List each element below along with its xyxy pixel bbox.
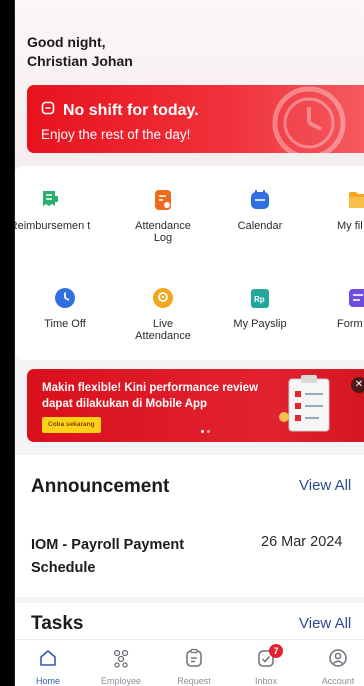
menu-item-my-payslip[interactable]: Rp My Payslip <box>214 287 306 330</box>
announcement-view-all-link[interactable]: View All <box>299 477 351 494</box>
carousel-dot <box>207 430 210 433</box>
calendar-icon <box>249 189 271 211</box>
clock-icon <box>54 287 76 309</box>
shift-title: No shift for today. <box>63 101 199 119</box>
menu-item-attendance-log[interactable]: Attendance Log <box>117 189 209 244</box>
inbox-icon <box>236 648 296 673</box>
nav-label: Account <box>321 676 355 686</box>
home-icon <box>18 648 78 673</box>
header: Good night, Christian Johan No shift for… <box>15 0 364 170</box>
menu-label: Form <box>337 318 363 330</box>
carousel-indicator <box>201 430 210 433</box>
menu-item-my-files[interactable]: My fil <box>311 189 364 232</box>
nav-item-account[interactable]: Account <box>308 648 364 686</box>
nav-label: Employee <box>100 676 142 686</box>
attendance-log-icon <box>152 189 174 211</box>
announcement-item-title: IOM - Payroll Payment Schedule <box>31 537 185 576</box>
shift-subtitle: Enjoy the rest of the day! <box>41 127 191 142</box>
nav-label: Inbox <box>254 676 278 686</box>
tasks-view-all-link[interactable]: View All <box>299 615 351 632</box>
menu-label: My Payslip <box>233 318 287 330</box>
nav-label: Request <box>177 676 211 686</box>
form-icon <box>347 287 364 309</box>
menu-label: Attendance Log <box>135 220 191 244</box>
shift-icon <box>41 101 55 120</box>
announcement-section: Announcement View All IOM - Payroll Paym… <box>15 455 364 597</box>
nav-item-home[interactable]: Home <box>18 648 78 686</box>
nav-item-employee[interactable]: Employee <box>91 648 151 686</box>
bottom-navigation: Home Employee Request 7 Inbox Account <box>15 639 364 686</box>
account-icon <box>308 648 364 673</box>
menu-label: Calendar <box>237 220 283 232</box>
nav-label: Home <box>35 676 60 686</box>
tasks-section: Tasks View All <box>15 603 364 643</box>
greeting-line: Good night, <box>27 34 106 50</box>
announcement-title: Announcement <box>31 476 170 497</box>
inbox-icon-wrap: 7 <box>236 644 296 673</box>
menu-item-calendar[interactable]: Calendar <box>214 189 306 232</box>
app-screen: Good night, Christian Johan No shift for… <box>14 0 364 686</box>
folder-icon <box>347 189 364 211</box>
promo-banner[interactable]: Makin flexible! Kini performance review … <box>27 369 364 442</box>
menu-label: Live Attendance <box>135 318 191 342</box>
menu-grid: Reimbursemen t Attendance Log Calendar M… <box>15 166 364 360</box>
carousel-dot <box>201 430 204 433</box>
payslip-icon: Rp <box>249 287 271 309</box>
nav-item-request[interactable]: Request <box>164 648 224 686</box>
location-pin-icon <box>152 287 174 309</box>
menu-item-time-off[interactable]: Time Off <box>19 287 111 330</box>
inbox-badge: 7 <box>269 644 283 658</box>
employee-icon <box>91 648 151 673</box>
menu-item-form[interactable]: Form <box>311 287 364 330</box>
greeting: Good night, Christian Johan <box>27 33 227 71</box>
shift-card[interactable]: No shift for today. Enjoy the rest of th… <box>27 85 364 153</box>
menu-item-live-attendance[interactable]: Live Attendance <box>117 287 209 342</box>
user-name: Christian Johan <box>27 53 133 69</box>
announcement-item-date: 26 Mar 2024 <box>261 534 343 550</box>
menu-label: Reimbursemen t <box>14 220 91 232</box>
menu-label: My fil <box>337 220 363 232</box>
request-icon <box>164 648 224 673</box>
menu-label: Time Off <box>44 318 86 330</box>
clock-decoration-icon <box>259 85 359 153</box>
tasks-title: Tasks <box>31 613 84 634</box>
shift-title-row: No shift for today. <box>41 101 199 120</box>
receipt-icon <box>39 189 61 211</box>
svg-text:Rp: Rp <box>254 295 265 304</box>
menu-item-reimbursement[interactable]: Reimbursemen t <box>14 189 96 232</box>
banner-text: Makin flexible! Kini performance review … <box>42 382 259 410</box>
close-icon[interactable]: ✕ <box>351 377 364 393</box>
banner-cta-button[interactable]: Coba sekarang <box>42 417 101 433</box>
checklist-illustration-icon <box>275 373 341 442</box>
nav-item-inbox[interactable]: 7 Inbox <box>236 644 296 686</box>
